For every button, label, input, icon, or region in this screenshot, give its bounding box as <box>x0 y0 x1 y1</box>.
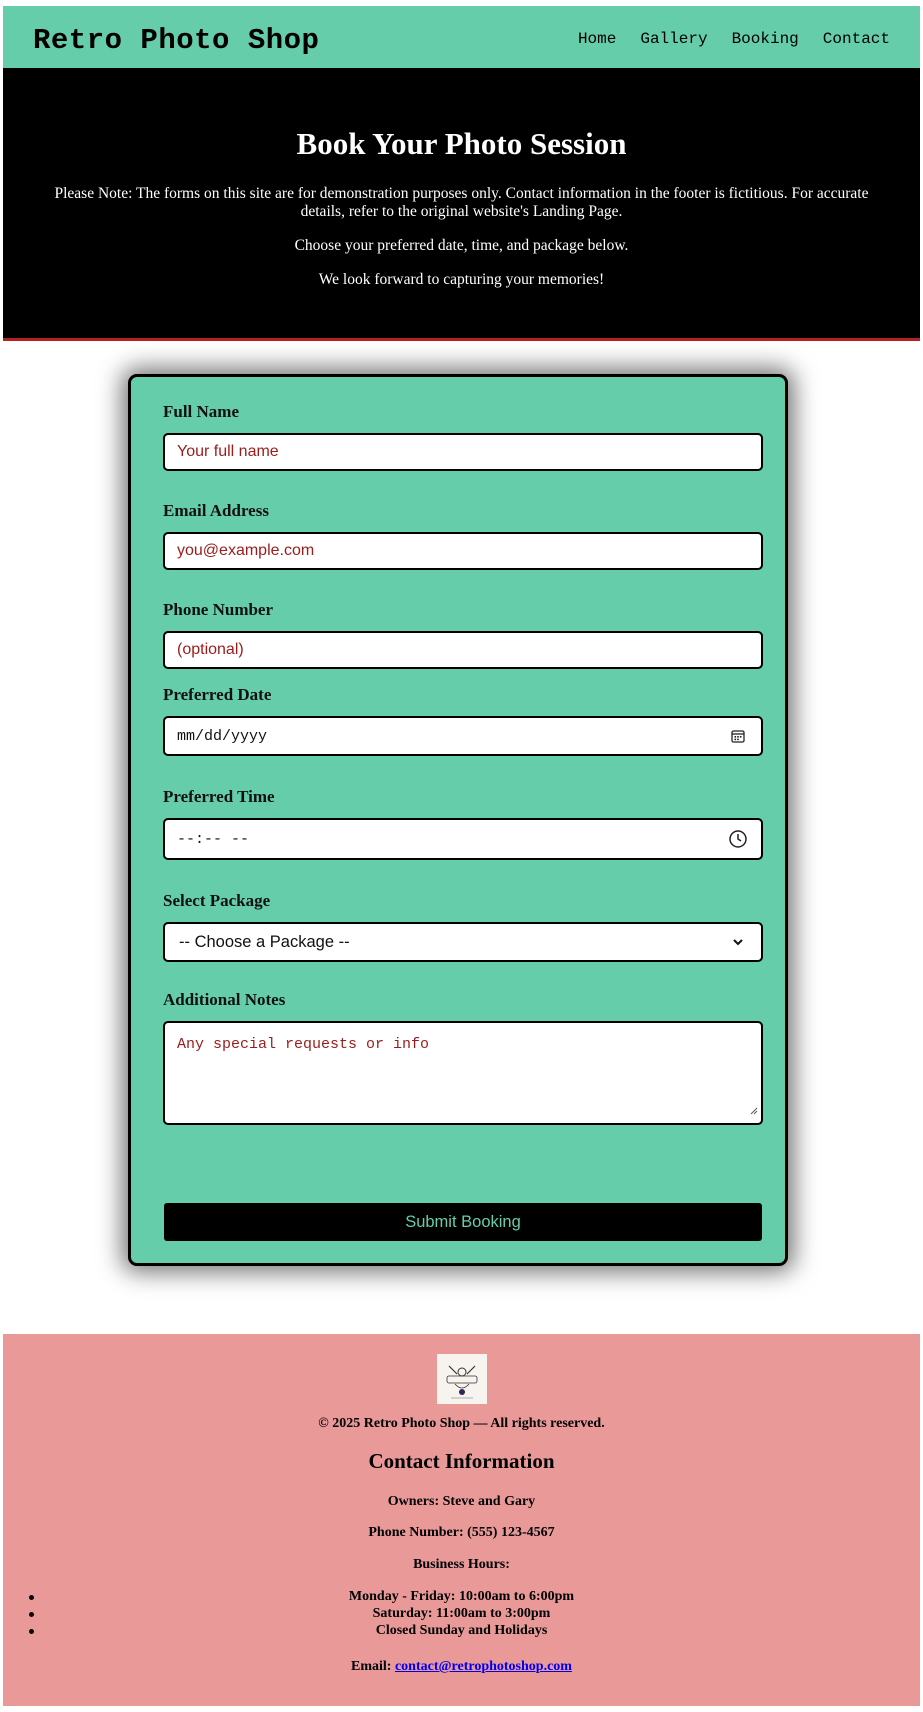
list-item: Closed Sunday and Holidays <box>3 1622 920 1639</box>
main-nav: Home Gallery Booking Contact <box>578 30 890 48</box>
resize-handle-icon[interactable] <box>750 1102 758 1120</box>
email-line: Email: contact@retrophotoshop.com <box>3 1659 920 1675</box>
business-hours-title: Business Hours: <box>413 1557 510 1572</box>
list-item: Saturday: 11:00am to 3:00pm <box>3 1605 920 1622</box>
owners-text: Owners: Steve and Gary <box>387 1494 536 1509</box>
date-input[interactable]: mm/dd/yyyy <box>163 716 763 756</box>
email-label: Email: <box>351 1659 392 1674</box>
hours-list: Monday - Friday: 10:00am to 6:00pm Satur… <box>3 1588 920 1639</box>
phone-label: Phone Number <box>163 600 274 619</box>
time-placeholder: --:-- -- <box>177 830 250 848</box>
site-brand[interactable]: Retro Photo Shop <box>33 24 319 57</box>
page-title: Book Your Photo Session <box>296 126 627 161</box>
copyright-text: © 2025 Retro Photo Shop — All rights res… <box>318 1416 605 1431</box>
email-input[interactable]: you@example.com <box>163 532 763 570</box>
shop-logo <box>437 1354 487 1404</box>
notes-textarea[interactable]: Any special requests or info <box>163 1021 763 1125</box>
package-label: Select Package <box>163 891 271 910</box>
email-placeholder: you@example.com <box>177 542 315 559</box>
date-label: Preferred Date <box>163 685 272 704</box>
full-name-label: Full Name <box>163 402 240 421</box>
nav-booking-link[interactable]: Booking <box>732 30 799 48</box>
phone-input[interactable]: (optional) <box>163 631 763 669</box>
phone-text: Phone Number: (555) 123-4567 <box>368 1525 555 1540</box>
demo-note: Please Note: The forms on this site are … <box>54 185 869 220</box>
package-selected-value: -- Choose a Package -- <box>179 932 350 951</box>
submit-booking-button[interactable]: Submit Booking <box>164 1203 762 1241</box>
nav-gallery-link[interactable]: Gallery <box>640 30 707 48</box>
hero-section: Book Your Photo Session Please Note: The… <box>3 68 920 341</box>
nav-home-link[interactable]: Home <box>578 30 616 48</box>
email-link[interactable]: contact@retrophotoshop.com <box>395 1659 572 1674</box>
full-name-placeholder: Your full name <box>177 443 279 460</box>
notes-placeholder: Any special requests or info <box>177 1036 430 1053</box>
full-name-input[interactable]: Your full name <box>163 433 763 471</box>
chevron-down-icon <box>727 931 749 953</box>
booking-form: Full Name Your full name Email Address y… <box>128 374 788 1266</box>
time-label: Preferred Time <box>163 787 275 806</box>
site-footer: © 2025 Retro Photo Shop — All rights res… <box>3 1334 920 1706</box>
clock-icon[interactable] <box>727 828 749 850</box>
nav-contact-link[interactable]: Contact <box>823 30 890 48</box>
package-select[interactable]: -- Choose a Package -- <box>163 922 763 962</box>
email-label: Email Address <box>163 501 269 520</box>
hero-tagline: We look forward to capturing your memori… <box>318 271 605 288</box>
time-input[interactable]: --:-- -- <box>163 818 763 860</box>
calendar-icon[interactable] <box>727 725 749 747</box>
contact-title: Contact Information <box>368 1449 555 1473</box>
hero-instructions: Choose your preferred date, time, and pa… <box>294 237 629 254</box>
site-header: Retro Photo Shop Home Gallery Booking Co… <box>3 6 920 68</box>
phone-placeholder: (optional) <box>177 641 244 658</box>
date-placeholder: mm/dd/yyyy <box>177 727 268 745</box>
list-item: Monday - Friday: 10:00am to 6:00pm <box>3 1588 920 1605</box>
notes-label: Additional Notes <box>163 990 286 1009</box>
